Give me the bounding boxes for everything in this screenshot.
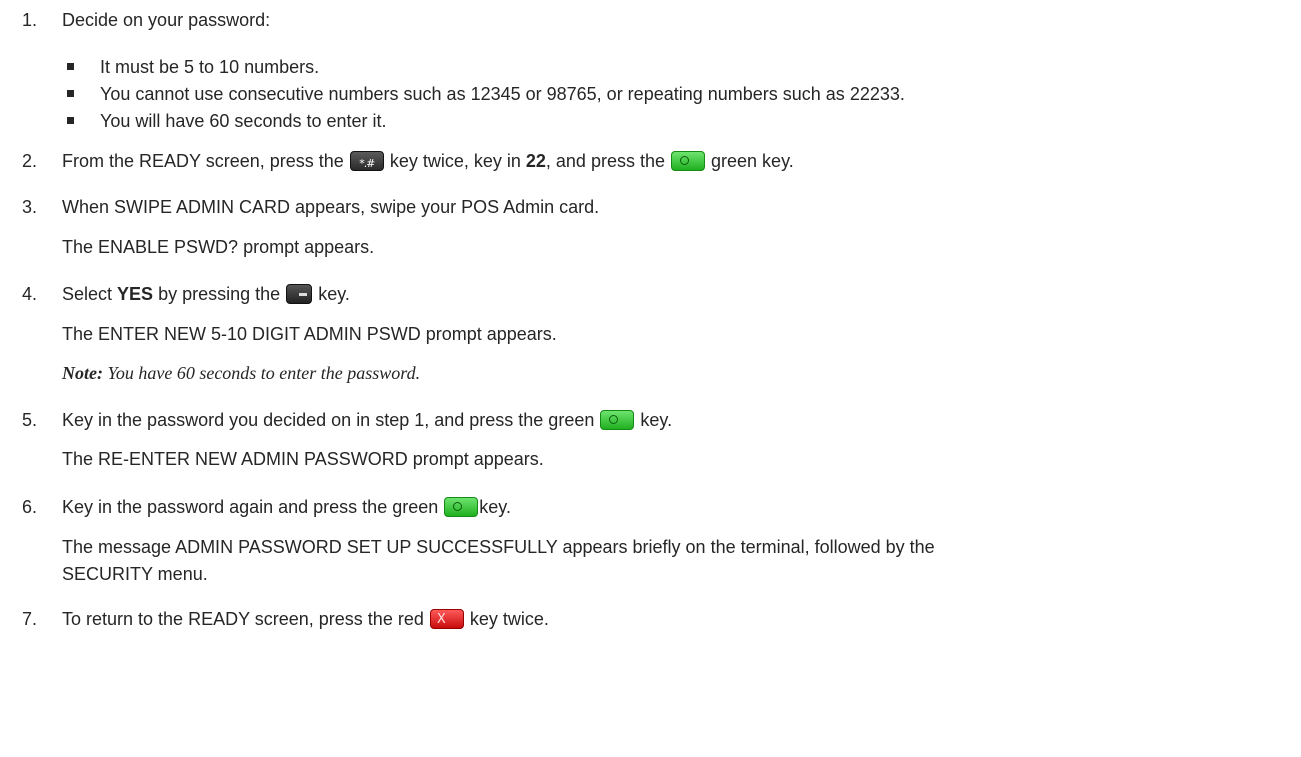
- bullet-text: It must be 5 to 10 numbers.: [100, 57, 320, 77]
- step-text-part: Key in the password again and press the …: [62, 497, 439, 517]
- step-number: 7.: [22, 609, 38, 629]
- step-text-part: Select: [62, 284, 113, 304]
- step-text-part: key.: [479, 497, 511, 517]
- step-text-part: From the READY screen, press the: [62, 151, 344, 171]
- step-text: To return to the READY screen, press the…: [62, 608, 549, 630]
- bullet-text: You cannot use consecutive numbers such …: [100, 84, 905, 104]
- key-code: 22: [525, 151, 546, 171]
- bullet-square-icon: [67, 63, 74, 70]
- select-key-icon: [286, 284, 313, 304]
- result-text: SECURITY menu.: [62, 564, 208, 584]
- note-body: You have 60 seconds to enter the passwor…: [107, 363, 421, 383]
- step-text: Decide on your password:: [62, 10, 271, 30]
- step-text: Key in the password again and press the …: [62, 496, 511, 518]
- hash-key-icon: *.#: [349, 151, 384, 171]
- step-text: When SWIPE ADMIN CARD appears, swipe you…: [62, 197, 600, 217]
- step-number: 2.: [22, 151, 38, 171]
- step-number: 5.: [22, 410, 38, 430]
- step-text-part: Key in the password you decided on in st…: [62, 410, 595, 430]
- green-key-icon: [444, 497, 479, 517]
- note-label: Note:: [62, 363, 103, 383]
- step-text-part: key.: [640, 410, 673, 430]
- green-key-icon: [600, 410, 635, 430]
- step-text-part: key twice.: [469, 609, 549, 629]
- step-text-part: , and press the: [545, 151, 665, 171]
- step-number: 4.: [22, 284, 38, 304]
- bullet-text: You will have 60 seconds to enter it.: [100, 111, 387, 131]
- step-number: 6.: [22, 497, 38, 517]
- red-key-icon: X: [429, 609, 464, 629]
- step-number: 1.: [22, 10, 38, 30]
- green-key-icon: [671, 151, 705, 171]
- bullet-square-icon: [67, 117, 74, 124]
- step-text-part: by pressing the: [158, 284, 281, 304]
- result-text: The RE-ENTER NEW ADMIN PASSWORD prompt a…: [62, 449, 544, 469]
- step-text-part: key.: [318, 284, 350, 304]
- result-text: The message ADMIN PASSWORD SET UP SUCCES…: [62, 537, 935, 557]
- result-text: The ENABLE PSWD? prompt appears.: [62, 237, 375, 257]
- step-text-part: To return to the READY screen, press the…: [62, 609, 424, 629]
- bullet-square-icon: [67, 90, 74, 97]
- step-number: 3.: [22, 197, 38, 217]
- step-text: From the READY screen, press the *.# key…: [62, 150, 794, 172]
- step-text-part: green key.: [711, 151, 794, 171]
- result-text: The ENTER NEW 5-10 DIGIT ADMIN PSWD prom…: [62, 324, 557, 344]
- step-text: Key in the password you decided on in st…: [62, 409, 672, 431]
- option-label: YES: [117, 284, 154, 304]
- step-text-part: key twice, key in: [389, 151, 521, 171]
- step-text: Select YES by pressing the key.: [62, 283, 350, 305]
- note-text: Note: You have 60 seconds to enter the p…: [62, 362, 420, 384]
